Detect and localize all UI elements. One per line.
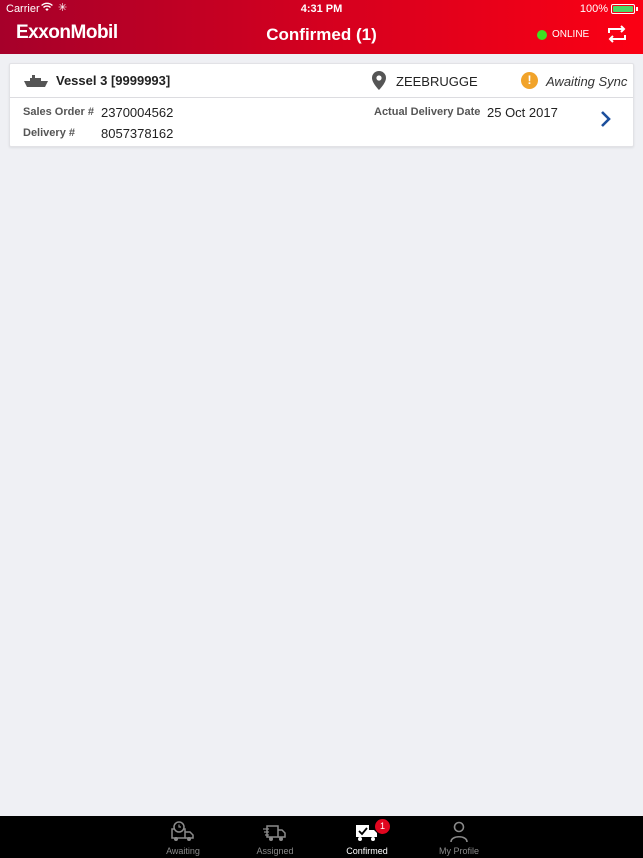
connection-status-label: ONLINE bbox=[552, 29, 590, 40]
sales-order-label: Sales Order # bbox=[23, 106, 94, 118]
sync-status: Awaiting Sync bbox=[546, 74, 628, 89]
vessel-name: Vessel 3 [9999993] bbox=[56, 73, 171, 88]
sales-order-value: 2370004562 bbox=[101, 105, 174, 120]
sync-button[interactable] bbox=[606, 24, 628, 44]
delivery-value: 8057378162 bbox=[101, 126, 174, 141]
delivery-date-label: Actual Delivery Date bbox=[374, 106, 481, 118]
clock: 4:31 PM bbox=[300, 3, 343, 15]
tab-assigned[interactable]: Assigned bbox=[230, 816, 320, 858]
tab-bar: Awaiting Assigned 1 Confirmed My Profile bbox=[0, 816, 643, 858]
location-pin-icon bbox=[372, 71, 386, 90]
tab-assigned-label: Assigned bbox=[256, 846, 294, 856]
app-header: Carrier ✳ 4:31 PM 100% ExxonMobil Confir… bbox=[0, 0, 643, 54]
port-name: ZEEBRUGGE bbox=[396, 74, 478, 89]
tab-awaiting-label: Awaiting bbox=[166, 846, 200, 856]
truck-clock-icon bbox=[171, 821, 194, 841]
person-icon bbox=[450, 821, 468, 843]
online-dot-icon bbox=[537, 29, 547, 40]
delivery-label: Delivery # bbox=[23, 127, 75, 139]
order-card-header: Vessel 3 [9999993] ZEEBRUGGE ! Awaiting … bbox=[10, 64, 633, 98]
delivery-date-value: 25 Oct 2017 bbox=[487, 105, 558, 120]
warning-icon: ! bbox=[521, 72, 538, 89]
tab-confirmed-label: Confirmed bbox=[346, 846, 388, 856]
tab-my-profile-label: My Profile bbox=[438, 846, 479, 856]
tab-my-profile[interactable]: My Profile bbox=[414, 816, 504, 858]
battery-icon bbox=[611, 4, 635, 14]
sync-icon bbox=[608, 25, 626, 43]
truck-list-icon bbox=[263, 825, 286, 841]
battery-percent: 100% bbox=[579, 3, 608, 15]
tab-awaiting[interactable]: Awaiting bbox=[138, 816, 228, 858]
confirmed-count-badge: 1 bbox=[375, 819, 390, 834]
ship-icon bbox=[24, 75, 48, 87]
status-bar: Carrier ✳ 4:31 PM 100% bbox=[0, 0, 643, 18]
connection-status: ONLINE bbox=[537, 29, 589, 40]
order-card[interactable]: Vessel 3 [9999993] ZEEBRUGGE ! Awaiting … bbox=[9, 63, 634, 147]
chevron-right-icon[interactable] bbox=[600, 110, 612, 128]
tab-confirmed[interactable]: 1 Confirmed bbox=[322, 816, 412, 858]
